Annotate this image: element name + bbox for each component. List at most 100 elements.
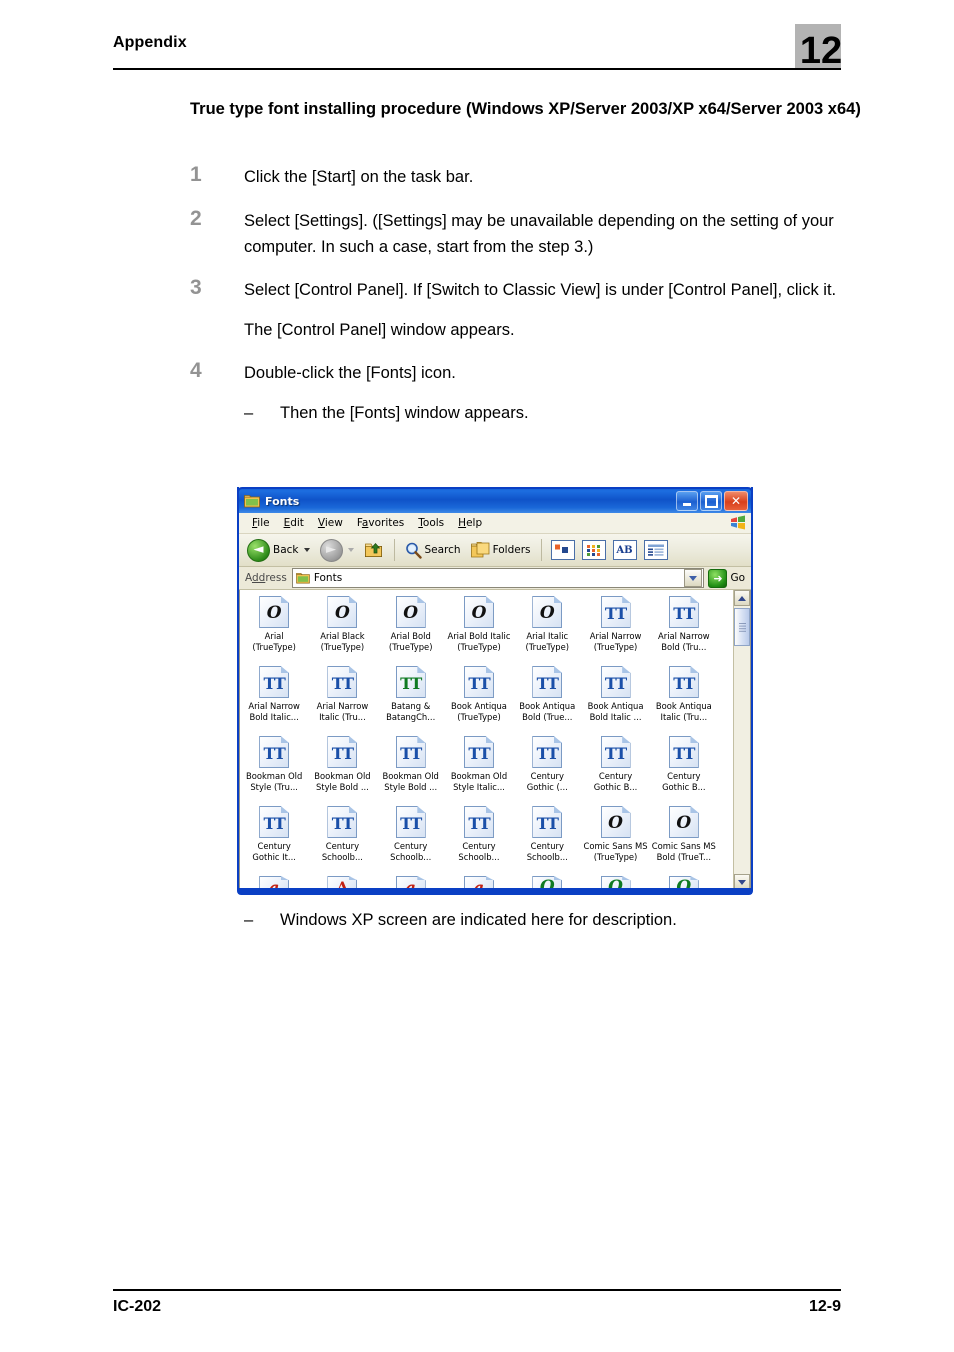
font-item[interactable]: TT Bookman Old Style Bold ... — [377, 734, 445, 804]
font-item[interactable]: TT Arial Narrow (TrueType) — [581, 594, 649, 664]
font-item[interactable]: TT Arial Narrow Italic (Tru... — [308, 664, 376, 734]
running-head: Appendix — [113, 34, 187, 51]
go-button[interactable]: ➜ Go — [704, 568, 749, 588]
font-item-label: Bookman Old Style (Tru... — [245, 771, 303, 792]
font-item-label: Arial Narrow Italic (Tru... — [316, 701, 369, 722]
truetype-tt-icon: TT — [463, 666, 494, 698]
step-number: 2 — [190, 207, 202, 230]
font-item[interactable]: TT Book Antiqua (TrueType) — [445, 664, 513, 734]
font-item[interactable]: TT Arial Narrow Bold (Tru... — [650, 594, 718, 664]
opentype-o-icon: O — [395, 596, 426, 628]
step-text: Double-click the [Fonts] icon. — [244, 364, 456, 383]
folder-icon — [244, 494, 260, 508]
opentype-o-icon: O — [532, 596, 563, 628]
font-item-label: Century Gothic B... — [662, 771, 706, 792]
go-label: Go — [730, 572, 745, 584]
font-item[interactable]: O Comic Sans MS Bold (TrueT... — [650, 804, 718, 874]
font-item[interactable]: TT Century Schoolb... — [377, 804, 445, 874]
font-item[interactable]: TT Bookman Old Style Italic... — [445, 734, 513, 804]
font-item[interactable]: TT Century Gothic B... — [581, 734, 649, 804]
header-divider — [113, 68, 841, 70]
image-caption-text: Windows XP screen are indicated here for… — [280, 911, 677, 929]
up-button[interactable] — [360, 539, 388, 561]
menu-tools[interactable]: Tools — [411, 516, 451, 530]
menu-view[interactable]: View — [311, 516, 350, 530]
font-item[interactable]: TT Book Antiqua Bold Italic ... — [581, 664, 649, 734]
fonts-explorer-window[interactable]: Fonts ✕ FFileile Edit View Favorites Too… — [237, 487, 753, 895]
back-dropdown-icon[interactable] — [303, 548, 310, 552]
menu-bar[interactable]: FFileile Edit View Favorites Tools Help — [239, 513, 751, 534]
opentype-o-icon: O — [259, 596, 290, 628]
font-item[interactable]: O Comic Sans MS (TrueType) — [581, 804, 649, 874]
maximize-button[interactable] — [700, 491, 722, 511]
font-item[interactable]: TT Book Antiqua Bold (True... — [513, 664, 581, 734]
address-bar[interactable]: Address Fonts ➜ Go — [239, 567, 751, 590]
details-view-icon[interactable] — [643, 540, 668, 560]
font-item[interactable]: O Arial Bold (TrueType) — [377, 594, 445, 664]
font-item[interactable]: TT Book Antiqua Italic (Tru... — [650, 664, 718, 734]
section-heading: True type font installing procedure (Win… — [190, 100, 861, 118]
font-item-label: Century Gothic B... — [593, 771, 638, 792]
address-input[interactable]: Fonts — [291, 568, 705, 588]
window-status-strip — [239, 888, 751, 893]
font-list-view[interactable]: O Arial (TrueType) O Arial Black (TrueTy… — [239, 590, 751, 891]
font-item[interactable]: TT Century Gothic B... — [650, 734, 718, 804]
footer-product-code: IC-202 — [113, 1298, 162, 1315]
font-item-label: Bookman Old Style Bold ... — [382, 771, 439, 792]
font-row: TT Century Gothic It... TT Century Schoo… — [240, 804, 718, 874]
windows-logo-icon — [730, 515, 746, 530]
back-arrow-icon: ◄ — [247, 538, 270, 562]
font-item[interactable]: O Arial Black (TrueType) — [308, 594, 376, 664]
minimize-button[interactable] — [676, 491, 698, 511]
font-item[interactable]: TT Batang & BatangCh... — [377, 664, 445, 734]
font-item-label: Arial Narrow Bold Italic... — [248, 701, 300, 722]
footer-page-number: 12-9 — [808, 1298, 841, 1315]
menu-favorites[interactable]: Favorites — [350, 516, 411, 530]
step-text: Click the [Start] on the task bar. — [244, 168, 474, 186]
search-button[interactable]: Search — [401, 540, 465, 561]
font-item[interactable]: TT Century Schoolb... — [308, 804, 376, 874]
window-controls[interactable]: ✕ — [676, 491, 748, 511]
vertical-scrollbar[interactable] — [733, 590, 750, 890]
page-header: Appendix 12 — [113, 24, 842, 78]
back-button[interactable]: ◄ Back — [243, 537, 314, 564]
font-item-label: Arial Bold (TrueType) — [388, 631, 433, 652]
step-text: Select [Control Panel]. If [Switch to Cl… — [244, 281, 837, 300]
forward-button[interactable]: ► — [316, 537, 358, 564]
font-item[interactable]: TT Century Gothic (... — [513, 734, 581, 804]
tiles-view-icon[interactable] — [550, 540, 575, 560]
menu-file[interactable]: FFileile — [245, 516, 277, 530]
search-label: Search — [424, 544, 461, 556]
forward-dropdown-icon[interactable] — [347, 548, 354, 552]
scrollbar-thumb[interactable] — [734, 608, 750, 646]
footer-divider — [113, 1289, 841, 1291]
font-item-label: Batang & BatangCh... — [386, 701, 436, 722]
font-item[interactable]: O Arial Bold Italic (TrueType) — [445, 594, 513, 664]
font-item[interactable]: TT Arial Narrow Bold Italic... — [240, 664, 308, 734]
truetype-tt-icon: TT — [327, 736, 358, 768]
font-item-label: Century Schoolb... — [458, 841, 500, 862]
menu-help[interactable]: Help — [451, 516, 489, 530]
font-item[interactable]: TT Century Schoolb... — [513, 804, 581, 874]
navigation-toolbar[interactable]: ◄ Back ► Search Folders AB — [239, 534, 751, 567]
menu-edit[interactable]: Edit — [277, 516, 311, 530]
window-titlebar[interactable]: Fonts ✕ — [237, 487, 753, 513]
opentype-o-icon: O — [600, 806, 631, 838]
font-item-label: Book Antiqua (TrueType) — [451, 701, 507, 722]
ab-similarity-view-icon[interactable]: AB — [612, 540, 637, 560]
scroll-up-arrow[interactable] — [734, 590, 750, 606]
truetype-tt-icon: TT — [532, 806, 563, 838]
icons-view-icon[interactable] — [581, 540, 606, 560]
font-item[interactable]: TT Bookman Old Style (Tru... — [240, 734, 308, 804]
font-item[interactable]: TT Bookman Old Style Bold ... — [308, 734, 376, 804]
font-item-label: Bookman Old Style Italic... — [450, 771, 508, 792]
go-arrow-icon: ➜ — [708, 568, 728, 588]
close-button[interactable]: ✕ — [724, 491, 748, 511]
address-dropdown-icon[interactable] — [684, 569, 703, 587]
font-item[interactable]: TT Century Gothic It... — [240, 804, 308, 874]
font-item[interactable]: O Arial (TrueType) — [240, 594, 308, 664]
truetype-tt-icon: TT — [327, 806, 358, 838]
font-item[interactable]: O Arial Italic (TrueType) — [513, 594, 581, 664]
folders-button[interactable]: Folders — [467, 540, 535, 560]
font-item[interactable]: TT Century Schoolb... — [445, 804, 513, 874]
